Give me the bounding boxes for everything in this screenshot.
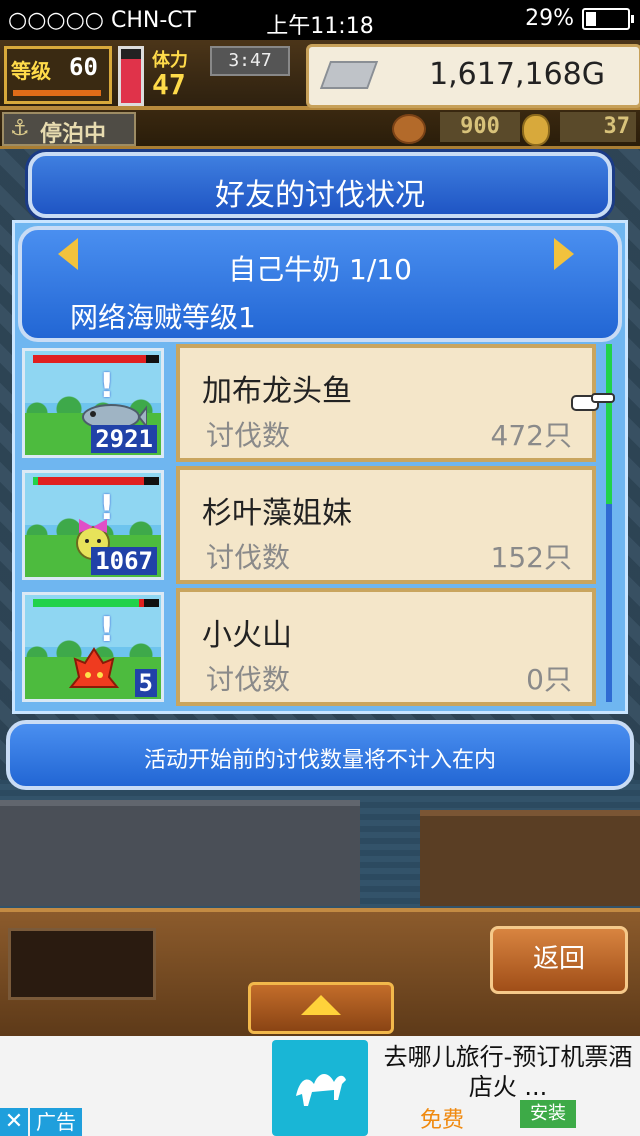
list-item[interactable]: ! 5 小火山 讨伐数 0只 xyxy=(18,588,596,706)
hp-red xyxy=(138,599,144,607)
defeat-count-value: 472只 xyxy=(490,419,572,452)
back-button[interactable]: 返回 xyxy=(490,926,628,994)
stamina-timer: 3:47 xyxy=(210,46,290,76)
docked-status[interactable]: ⚓ 停泊中 xyxy=(2,112,136,147)
qunar-app-icon[interactable] xyxy=(272,1040,368,1136)
pointing-hand-icon xyxy=(571,393,615,411)
notice-text: 活动开始前的讨伐数量将不计入在内 xyxy=(143,748,496,773)
stamina-gauge xyxy=(118,46,144,106)
defeat-count-label: 讨伐数 xyxy=(206,541,291,574)
secondary-hud: ⚓ 停泊中 900 37 xyxy=(0,110,640,149)
monster-hp-bar xyxy=(33,477,159,485)
friend-header: 自己牛奶 1/10 网络海贼等级1 xyxy=(18,226,622,342)
install-button[interactable]: 安装 xyxy=(520,1100,576,1128)
coin-icon xyxy=(522,114,550,146)
defeat-count-label: 讨伐数 xyxy=(206,663,291,696)
monster-card[interactable]: 杉叶藻姐妹 讨伐数 152只 xyxy=(176,466,596,584)
anchor-icon: ⚓ xyxy=(10,116,30,141)
hp-red xyxy=(38,477,144,485)
level-label: 等级 xyxy=(11,59,51,83)
battery-percent: 29% xyxy=(525,6,574,31)
status-bar: ○○○○○ CHN-CT 上午11:18 29% xyxy=(0,0,640,40)
monster-hp-bar xyxy=(33,355,159,363)
alert-icon: ! xyxy=(99,610,115,650)
up-arrow-icon xyxy=(301,995,341,1015)
defeat-count-value: 0只 xyxy=(526,663,572,696)
monster-list[interactable]: ! 2921 加布龙头鱼 讨伐数 472只 ! 1067 杉叶藻姐妹 讨伐数 1… xyxy=(18,344,596,710)
dialog-title-banner: 好友的讨伐状况 xyxy=(28,152,612,218)
defeat-count-label: 讨伐数 xyxy=(206,419,291,452)
monster-thumbnail: ! 5 xyxy=(22,592,164,702)
silver-bar-icon xyxy=(319,61,379,89)
list-item[interactable]: ! 1067 杉叶藻姐妹 讨伐数 152只 xyxy=(18,466,596,584)
monster-card[interactable]: 加布龙头鱼 讨伐数 472只 xyxy=(176,344,596,462)
expand-up-button[interactable] xyxy=(248,982,394,1034)
coin-value: 37 xyxy=(560,112,636,142)
battery-icon xyxy=(582,7,634,30)
event-notice: 活动开始前的讨伐数量将不计入在内 xyxy=(6,720,634,790)
gold-box: 1,617,168G xyxy=(306,44,640,108)
level-box: 等级 60 xyxy=(4,46,112,104)
hp-red xyxy=(33,355,147,363)
list-item[interactable]: ! 2921 加布龙头鱼 讨伐数 472只 xyxy=(18,344,596,462)
hp-green xyxy=(33,599,139,607)
defeat-count-value: 152只 xyxy=(490,541,572,574)
pirate-rank: 网络海贼等级1 xyxy=(70,301,256,334)
monster-name: 加布龙头鱼 xyxy=(202,374,352,409)
food-icon xyxy=(392,114,426,144)
gold-value: 1,617,168G xyxy=(429,57,605,92)
ship-deck xyxy=(420,810,640,906)
ad-banner[interactable]: ✕ 广告 去哪儿旅行-预订机票酒店火 ... 免费 安装 xyxy=(0,1036,640,1136)
monster-hp-bar xyxy=(33,599,159,607)
bottom-bar: 返回 xyxy=(0,908,640,1040)
monster-count-badge: 1067 xyxy=(91,547,157,575)
docked-label: 停泊中 xyxy=(40,122,107,147)
ship-hull xyxy=(0,800,360,906)
monster-thumbnail: ! 2921 xyxy=(22,348,164,458)
camel-icon xyxy=(296,1073,346,1106)
level-progress-bar xyxy=(13,90,101,96)
dialog-title: 好友的讨伐状况 xyxy=(215,178,425,213)
ad-tag: 广告 xyxy=(30,1108,82,1136)
monster-card[interactable]: 小火山 讨伐数 0只 xyxy=(176,588,596,706)
food-value: 900 xyxy=(440,112,520,142)
monster-thumbnail: ! 1067 xyxy=(22,470,164,580)
alert-icon: ! xyxy=(99,366,115,406)
stamina-value: 47 xyxy=(152,68,186,101)
top-hud: 等级 60 体力 47 3:47 1,617,168G xyxy=(0,40,640,110)
monster-name: 杉叶藻姐妹 xyxy=(202,496,352,531)
scrollbar-thumb[interactable] xyxy=(606,344,612,504)
monster-name: 小火山 xyxy=(202,618,292,653)
empty-slot xyxy=(8,928,156,1000)
level-value: 60 xyxy=(69,53,98,81)
ad-title[interactable]: 去哪儿旅行-预订机票酒店火 ... xyxy=(378,1042,638,1102)
ad-price: 免费 xyxy=(420,1108,465,1133)
fire-volcano-monster-icon xyxy=(69,647,119,688)
monster-count-badge: 5 xyxy=(134,669,157,697)
monster-count-badge: 2921 xyxy=(91,425,157,453)
status-right: 29% xyxy=(525,6,634,31)
ad-close-icon[interactable]: ✕ xyxy=(0,1108,28,1136)
friend-name: 自己牛奶 1/10 xyxy=(228,253,412,286)
